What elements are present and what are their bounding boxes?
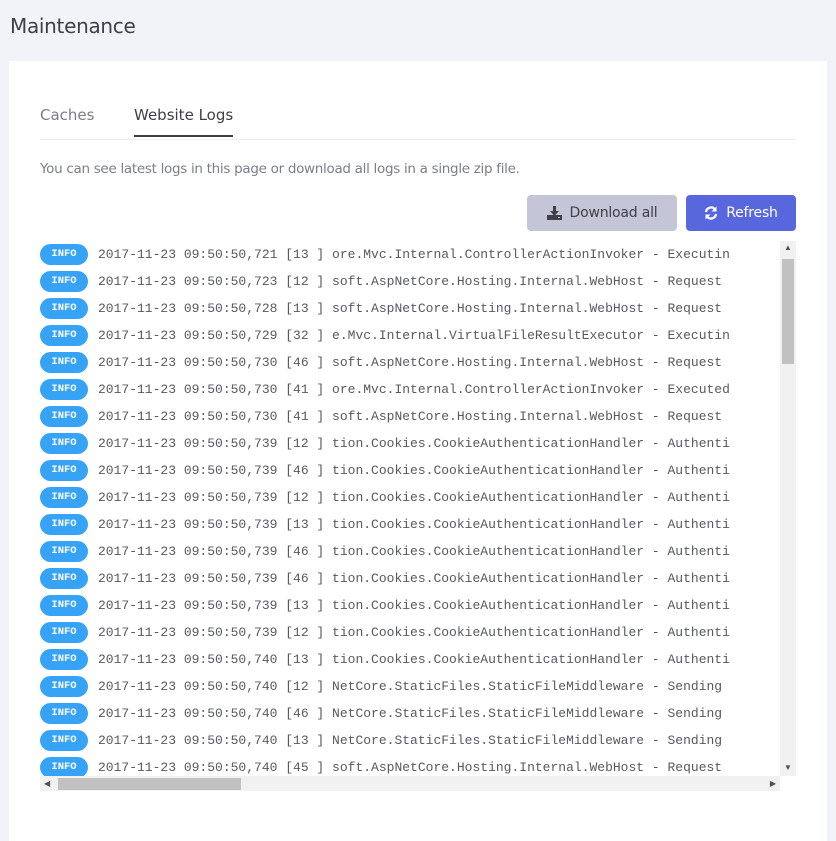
log-level-badge: INFO [40, 244, 88, 265]
log-row: INFO 2017-11-23 09:50:50,721 [13 ] ore.Mv… [40, 241, 780, 268]
log-level-badge: INFO [40, 595, 88, 616]
log-row: INFO 2017-11-23 09:50:50,739 [13 ] tion.C… [40, 592, 780, 619]
log-viewer[interactable]: INFO 2017-11-23 09:50:50,721 [13 ] ore.Mv… [40, 241, 796, 791]
log-text: 2017-11-23 09:50:50,728 [13 ] soft.AspNe… [98, 301, 723, 316]
log-row: INFO 2017-11-23 09:50:50,739 [46 ] tion.C… [40, 457, 780, 484]
scroll-left-arrow-icon[interactable]: ◀ [44, 780, 50, 788]
log-row: INFO 2017-11-23 09:50:50,739 [12 ] tion.C… [40, 430, 780, 457]
log-text: 2017-11-23 09:50:50,740 [13 ] tion.Cooki… [98, 652, 730, 667]
log-text: 2017-11-23 09:50:50,739 [12 ] tion.Cooki… [98, 625, 730, 640]
log-level-badge: INFO [40, 622, 88, 643]
horizontal-scrollbar[interactable]: ◀ ▶ [40, 776, 780, 791]
page-title: Maintenance [10, 14, 136, 38]
tab-bar: Caches Website Logs [40, 96, 796, 140]
scroll-down-arrow-icon[interactable]: ▼ [784, 764, 792, 772]
log-row: INFO 2017-11-23 09:50:50,740 [46 ] NetCor… [40, 700, 780, 727]
download-all-label: Download all [569, 205, 658, 221]
log-row: INFO 2017-11-23 09:50:50,730 [41 ] soft.A… [40, 403, 780, 430]
log-level-badge: INFO [40, 514, 88, 535]
horizontal-scroll-thumb[interactable] [58, 778, 241, 790]
log-row: INFO 2017-11-23 09:50:50,728 [13 ] soft.A… [40, 295, 780, 322]
log-row: INFO 2017-11-23 09:50:50,739 [46 ] tion.C… [40, 538, 780, 565]
log-row: INFO 2017-11-23 09:50:50,729 [32 ] e.Mvc.… [40, 322, 780, 349]
log-level-badge: INFO [40, 406, 88, 427]
log-row: INFO 2017-11-23 09:50:50,740 [13 ] tion.C… [40, 646, 780, 673]
log-row: INFO 2017-11-23 09:50:50,730 [41 ] ore.Mv… [40, 376, 780, 403]
log-text: 2017-11-23 09:50:50,739 [13 ] tion.Cooki… [98, 517, 730, 532]
log-row: INFO 2017-11-23 09:50:50,740 [12 ] NetCor… [40, 673, 780, 700]
log-level-badge: INFO [40, 271, 88, 292]
log-text: 2017-11-23 09:50:50,739 [12 ] tion.Cooki… [98, 436, 730, 451]
log-level-badge: INFO [40, 352, 88, 373]
download-icon [546, 206, 562, 220]
log-row: INFO 2017-11-23 09:50:50,723 [12 ] soft.A… [40, 268, 780, 295]
log-text: 2017-11-23 09:50:50,740 [13 ] NetCore.St… [98, 733, 723, 748]
log-text: 2017-11-23 09:50:50,730 [41 ] soft.AspNe… [98, 409, 723, 424]
log-level-badge: INFO [40, 541, 88, 562]
log-text: 2017-11-23 09:50:50,739 [12 ] tion.Cooki… [98, 490, 730, 505]
log-row: INFO 2017-11-23 09:50:50,739 [46 ] tion.C… [40, 565, 780, 592]
refresh-icon [705, 206, 718, 220]
log-level-badge: INFO [40, 379, 88, 400]
download-all-button[interactable]: Download all [527, 195, 677, 231]
log-list: INFO 2017-11-23 09:50:50,721 [13 ] ore.Mv… [40, 241, 780, 776]
log-text: 2017-11-23 09:50:50,740 [45 ] soft.AspNe… [98, 760, 723, 775]
maintenance-card: Caches Website Logs You can see latest l… [9, 61, 827, 841]
log-text: 2017-11-23 09:50:50,730 [46 ] soft.AspNe… [98, 355, 723, 370]
refresh-label: Refresh [726, 205, 778, 221]
log-text: 2017-11-23 09:50:50,740 [46 ] NetCore.St… [98, 706, 723, 721]
log-text: 2017-11-23 09:50:50,723 [12 ] soft.AspNe… [98, 274, 723, 289]
log-row: INFO 2017-11-23 09:50:50,739 [13 ] tion.C… [40, 511, 780, 538]
log-level-badge: INFO [40, 676, 88, 697]
logs-description: You can see latest logs in this page or … [40, 161, 520, 177]
log-level-badge: INFO [40, 487, 88, 508]
log-text: 2017-11-23 09:50:50,739 [46 ] tion.Cooki… [98, 463, 730, 478]
tab-caches[interactable]: Caches [40, 106, 94, 135]
log-text: 2017-11-23 09:50:50,730 [41 ] ore.Mvc.In… [98, 382, 730, 397]
log-text: 2017-11-23 09:50:50,739 [46 ] tion.Cooki… [98, 544, 730, 559]
log-level-badge: INFO [40, 757, 88, 776]
log-level-badge: INFO [40, 568, 88, 589]
log-text: 2017-11-23 09:50:50,729 [32 ] e.Mvc.Inte… [98, 328, 730, 343]
log-level-badge: INFO [40, 433, 88, 454]
vertical-scroll-thumb[interactable] [782, 259, 794, 364]
log-level-badge: INFO [40, 298, 88, 319]
scroll-up-arrow-icon[interactable]: ▲ [784, 244, 792, 252]
tab-website-logs[interactable]: Website Logs [134, 106, 234, 137]
log-row: INFO 2017-11-23 09:50:50,740 [45 ] soft.A… [40, 754, 780, 776]
log-level-badge: INFO [40, 730, 88, 751]
log-level-badge: INFO [40, 649, 88, 670]
log-text: 2017-11-23 09:50:50,739 [46 ] tion.Cooki… [98, 571, 730, 586]
vertical-scrollbar[interactable]: ▲ ▼ [780, 241, 796, 776]
log-row: INFO 2017-11-23 09:50:50,739 [12 ] tion.C… [40, 619, 780, 646]
log-level-badge: INFO [40, 703, 88, 724]
log-text: 2017-11-23 09:50:50,721 [13 ] ore.Mvc.In… [98, 247, 730, 262]
log-row: INFO 2017-11-23 09:50:50,740 [13 ] NetCor… [40, 727, 780, 754]
log-row: INFO 2017-11-23 09:50:50,730 [46 ] soft.A… [40, 349, 780, 376]
log-text: 2017-11-23 09:50:50,740 [12 ] NetCore.St… [98, 679, 723, 694]
log-level-badge: INFO [40, 460, 88, 481]
log-level-badge: INFO [40, 325, 88, 346]
refresh-button[interactable]: Refresh [686, 195, 796, 231]
log-text: 2017-11-23 09:50:50,739 [13 ] tion.Cooki… [98, 598, 730, 613]
log-row: INFO 2017-11-23 09:50:50,739 [12 ] tion.C… [40, 484, 780, 511]
scroll-right-arrow-icon[interactable]: ▶ [770, 780, 776, 788]
